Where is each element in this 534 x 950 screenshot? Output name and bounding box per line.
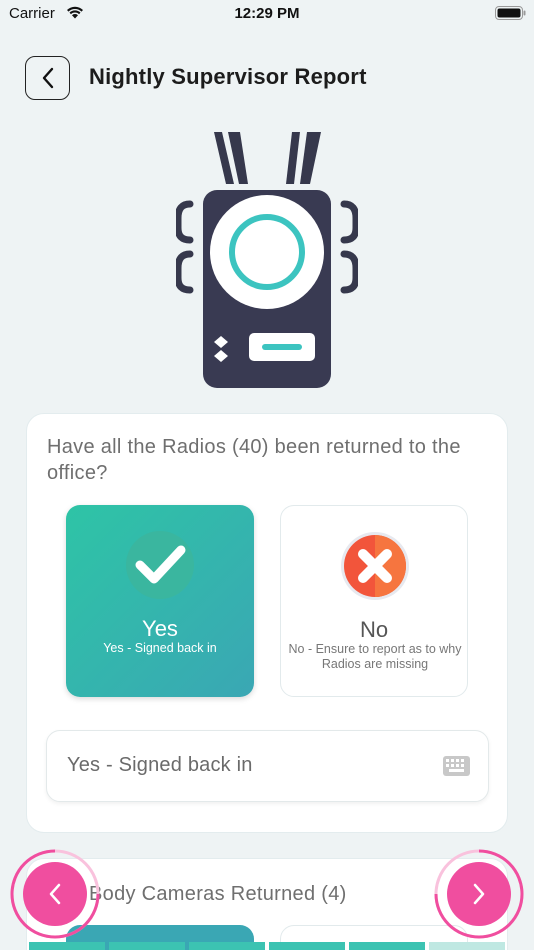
battery-icon: [495, 6, 526, 20]
progress-segment: [269, 942, 345, 950]
back-button[interactable]: [25, 56, 70, 100]
yes-option-title: Yes: [142, 616, 178, 641]
progress-segment: [429, 942, 505, 950]
no-option[interactable]: No No - Ensure to report as to why Radio…: [280, 505, 468, 697]
chevron-left-icon: [42, 67, 53, 89]
check-icon: [126, 531, 194, 599]
two-way-radio-icon: [176, 132, 358, 388]
progress-segment: [29, 942, 105, 950]
question-card: Have all the Radios (40) been returned t…: [26, 413, 508, 833]
keyboard-icon[interactable]: [443, 756, 470, 776]
yes-option[interactable]: Yes Yes - Signed back in: [66, 505, 254, 697]
progress-segment: [109, 942, 185, 950]
no-option-title: No: [359, 617, 389, 642]
progress-segment: [349, 942, 425, 950]
cross-icon: [341, 532, 409, 600]
progress-segment: [189, 942, 265, 950]
answer-field[interactable]: Yes - Signed back in: [46, 730, 489, 802]
next-question-text: Body Cameras Returned (4): [89, 883, 347, 905]
question-text: Have all the Radios (40) been returned t…: [47, 436, 461, 484]
page-title: Nightly Supervisor Report: [89, 64, 367, 89]
next-button[interactable]: [434, 849, 524, 939]
chevron-right-icon: [473, 883, 485, 905]
previous-button[interactable]: [10, 849, 100, 939]
answer-value: Yes - Signed back in: [67, 754, 253, 776]
status-bar: Carrier 12:29 PM: [0, 0, 534, 28]
chevron-left-icon: [49, 883, 61, 905]
no-option-subtitle: No - Ensure to report as to why Radios a…: [288, 642, 462, 671]
progress-bar: [29, 942, 505, 950]
status-time: 12:29 PM: [234, 5, 300, 22]
yes-option-subtitle: Yes - Signed back in: [103, 641, 217, 655]
